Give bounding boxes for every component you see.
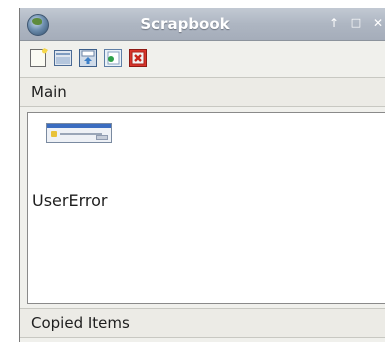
- scrapbook-window: Scrapbook ↑ □ ✕ Main UserError Copied It…: [19, 8, 385, 342]
- toolbar: [20, 41, 385, 77]
- copied-items-label: Copied Items: [31, 314, 130, 332]
- delete-icon[interactable]: [127, 47, 149, 69]
- new-document-icon[interactable]: [27, 47, 49, 69]
- close-icon[interactable]: ✕: [371, 16, 385, 30]
- scrapbook-app-icon[interactable]: [27, 14, 49, 36]
- scrap-item-label[interactable]: UserError: [32, 191, 107, 210]
- scrap-list[interactable]: UserError: [27, 112, 385, 304]
- pin-icon[interactable]: ↑: [327, 16, 341, 30]
- error-dialog-thumbnail[interactable]: [46, 123, 112, 143]
- paste-icon[interactable]: [102, 47, 124, 69]
- save-icon[interactable]: [77, 47, 99, 69]
- main-section-label: Main: [31, 83, 67, 101]
- title-bar[interactable]: Scrapbook ↑ □ ✕: [20, 8, 385, 41]
- maximize-icon[interactable]: □: [349, 16, 363, 30]
- window-title: Scrapbook: [140, 15, 230, 33]
- copied-items-section-header[interactable]: Copied Items: [20, 308, 385, 338]
- main-section-header[interactable]: Main: [20, 77, 385, 107]
- folder-icon[interactable]: [52, 47, 74, 69]
